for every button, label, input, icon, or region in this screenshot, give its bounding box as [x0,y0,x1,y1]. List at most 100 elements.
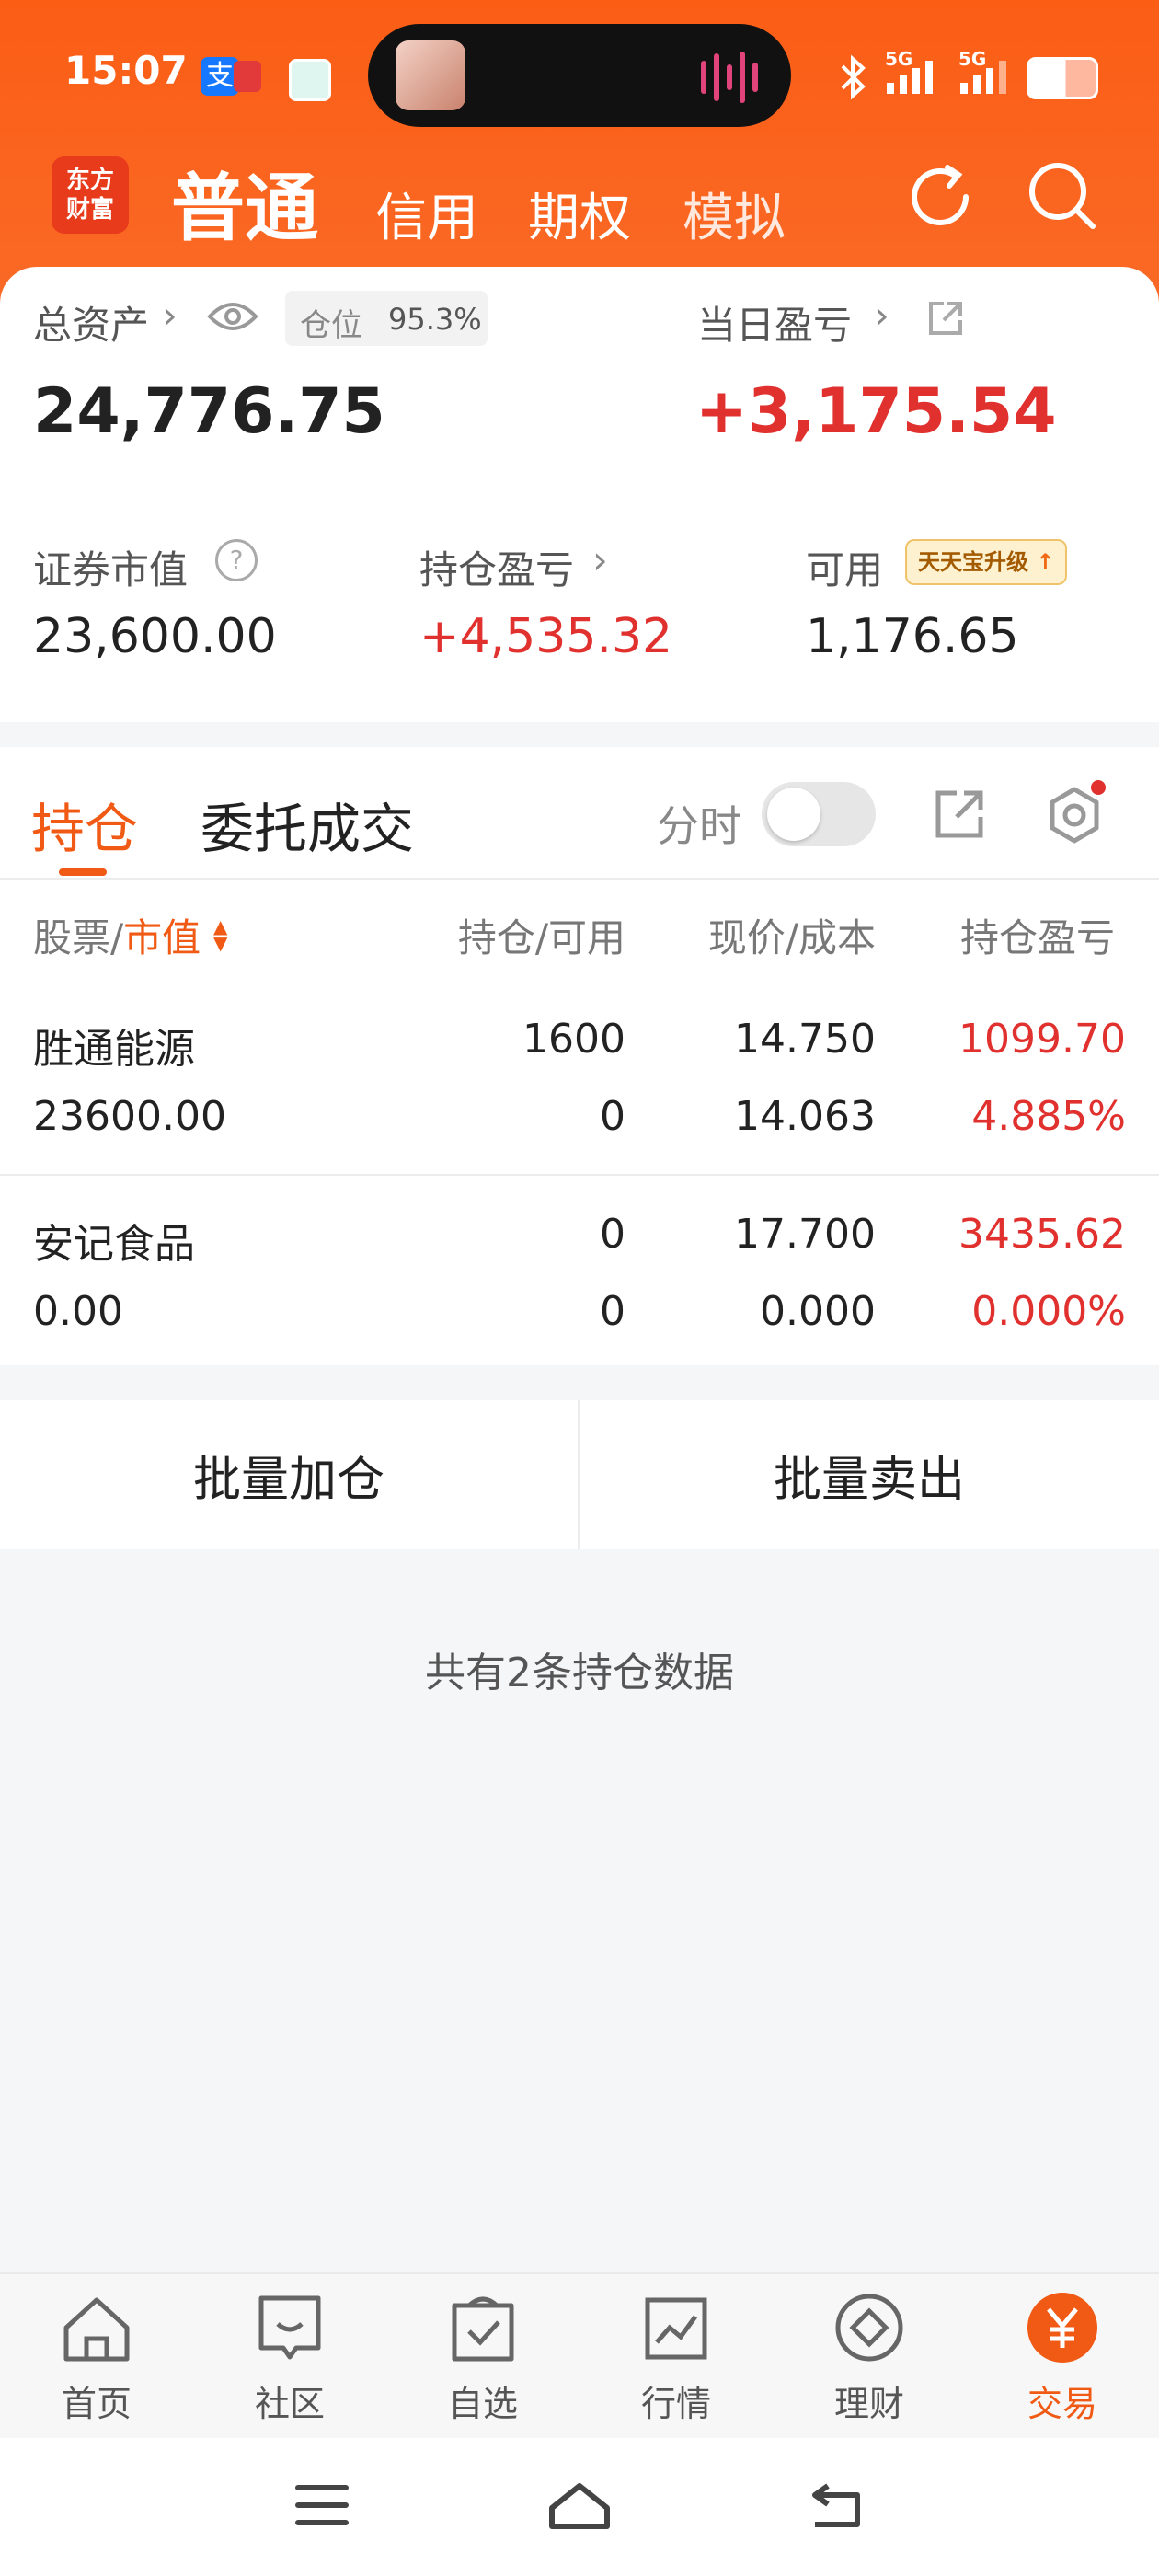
upgrade-badge-text: 天天宝升级 [918,549,1028,575]
total-assets-value: 24,776.75 [33,375,385,448]
holding-pnl-label[interactable]: 持仓盈亏 [419,539,574,595]
bottom-nav [0,2272,1159,2440]
position-label: 仓位 [300,307,362,344]
nav-community-label: 社区 [254,2384,325,2424]
header-stock: 股票/市值 [33,915,201,960]
nav-wealth-label: 理财 [833,2384,904,2424]
home-icon [63,2297,130,2362]
nav-market-label: 行情 [640,2384,711,2424]
holdings-count-note: 共有2条持仓数据 [425,1650,734,1696]
home-nav-icon[interactable] [546,2480,613,2536]
search-icon[interactable] [1023,156,1106,243]
back-icon[interactable] [806,2480,868,2536]
nav-wealth[interactable]: 理财 [800,2291,938,2424]
yen-icon [1027,2293,1097,2363]
holding-qty: 0 [600,1211,625,1258]
nav-home[interactable]: 首页 [28,2291,166,2424]
app-notification-icon [289,59,331,101]
current-price: 17.700 [734,1211,876,1258]
market-value: 23,600.00 [33,609,277,664]
batch-add-button[interactable]: 批量加仓 [0,1400,578,1549]
app-header: 15:07 支 5G 5G 东方 财富 普通 信用 期权 模拟 [0,0,1159,304]
chat-icon [258,2295,321,2360]
table-row[interactable]: 安记食品 0.00 0 0 17.700 0.000 3435.62 0.000… [0,1183,1159,1367]
tab-normal[interactable]: 普通 [171,149,318,256]
row-pnl-pct: 4.885% [971,1093,1126,1140]
media-thumbnail [396,40,465,110]
available-label: 可用 [806,547,884,592]
bluetooth-icon [835,53,872,105]
notification-icon [234,61,261,92]
eastmoney-logo: 东方 财富 [52,156,129,234]
cost-price: 0.000 [760,1288,876,1335]
external-link-icon[interactable] [925,298,966,342]
row-pnl-pct: 0.000% [971,1288,1126,1335]
asset-summary-card: 总资产 › 仓位 95.3% 24,776.75 当日盈亏 › +3,175.5… [0,267,1159,722]
market-value-label: 证券市值 [33,547,189,592]
batch-add-label: 批量加仓 [192,1452,384,1508]
chevron-right-icon: › [874,293,889,338]
holding-qty: 1600 [522,1016,625,1063]
tab-active-underline [59,868,107,876]
chart-icon [645,2297,707,2360]
available-qty: 0 [600,1093,625,1140]
refresh-icon[interactable] [901,158,979,239]
daily-pnl-value: +3,175.54 [695,375,1057,448]
tab-options[interactable]: 期权 [528,177,631,251]
nav-community[interactable]: 社区 [221,2291,359,2424]
tab-holdings[interactable]: 持仓 [31,786,138,863]
stock-name: 安记食品 [33,1221,195,1268]
menu-icon[interactable] [293,2480,351,2534]
holdings-section: 持仓 委托成交 分时 股票/市值 ▲ ▼ 持仓/可用 现价/成本 持仓盈亏 胜通能… [0,747,1159,1365]
batch-sell-button[interactable]: 批量卖出 [580,1400,1159,1549]
available-qty: 0 [600,1288,625,1335]
eye-icon[interactable] [206,294,259,342]
table-row[interactable]: 胜通能源 23600.00 1600 0 14.750 14.063 1099.… [0,988,1159,1181]
cost-price: 14.063 [734,1093,876,1140]
holding-pnl-value: +4,535.32 [419,609,673,664]
network-label-1: 5G [885,48,913,70]
status-time: 15:07 [64,48,188,93]
nav-market[interactable]: 行情 [607,2291,745,2424]
position-value: 95.3% [388,302,482,337]
tab-orders[interactable]: 委托成交 [201,786,414,863]
chevron-right-icon: › [162,293,178,338]
chevron-right-icon: › [592,537,608,582]
nav-watchlist[interactable]: 自选 [414,2291,552,2424]
current-price: 14.750 [734,1016,876,1063]
toggle-knob [767,788,820,841]
nav-trade[interactable]: 交易 [993,2291,1131,2424]
share-icon[interactable] [931,786,988,846]
up-arrow-icon: ↑ [1028,549,1055,575]
network-label-2: 5G [958,48,987,70]
battery-icon [1027,57,1098,99]
daily-pnl-label[interactable]: 当日盈亏 [697,294,852,351]
stock-market-value: 0.00 [33,1288,123,1335]
nav-home-label: 首页 [61,2384,132,2424]
action-buttons: 批量加仓 批量卖出 [0,1400,1159,1549]
sort-market-value[interactable]: 市值 [123,915,201,960]
total-assets-label[interactable]: 总资产 [33,294,149,351]
available-value: 1,176.65 [806,609,1019,664]
nav-trade-label: 交易 [1027,2384,1097,2424]
nav-watchlist-label: 自选 [447,2384,518,2424]
time-share-toggle[interactable] [762,782,876,846]
position-badge: 仓位 95.3% [285,291,488,346]
sort-arrows-icon[interactable]: ▲ ▼ [213,917,227,952]
bag-check-icon [452,2296,514,2362]
header-price: 现价/成本 [707,915,876,960]
stock-name: 胜通能源 [33,1026,195,1073]
row-pnl: 1099.70 [958,1016,1126,1063]
upgrade-badge[interactable]: 天天宝升级 ↑ [905,539,1068,585]
header-pnl: 持仓盈亏 [960,915,1116,960]
help-icon[interactable]: ? [215,539,258,581]
batch-sell-label: 批量卖出 [773,1452,965,1508]
header-qty: 持仓/可用 [457,915,625,960]
stock-market-value: 23600.00 [33,1093,226,1140]
notification-dot [1091,780,1106,795]
audio-wave-icon [701,61,706,94]
tab-credit[interactable]: 信用 [375,177,478,251]
row-pnl: 3435.62 [958,1211,1126,1258]
tab-simulation[interactable]: 模拟 [683,177,786,251]
time-share-label: 分时 [657,801,741,851]
